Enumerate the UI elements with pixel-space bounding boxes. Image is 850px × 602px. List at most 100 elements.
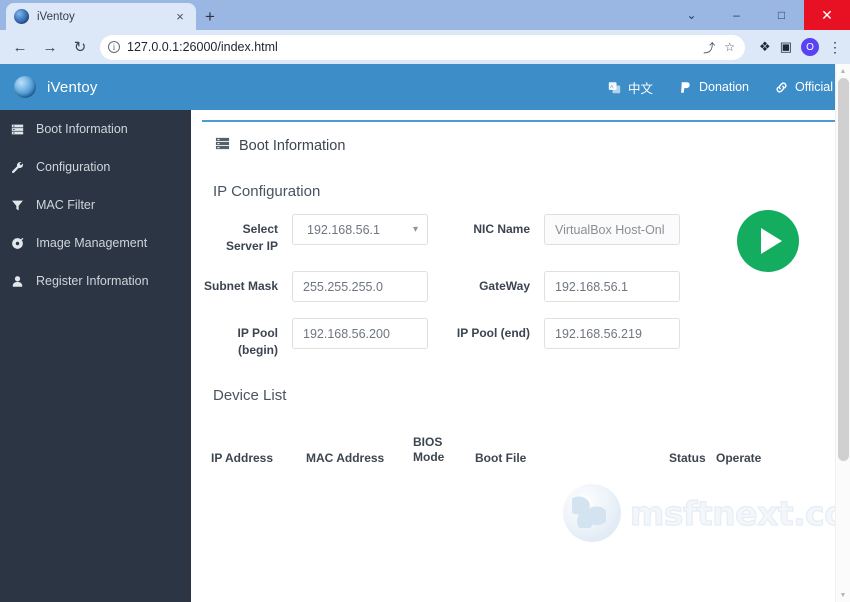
page-title: Boot Information xyxy=(202,136,836,155)
bios-mode-line-2: Mode xyxy=(413,450,445,464)
wrench-icon xyxy=(10,161,25,174)
topbar-item-label: Official xyxy=(795,80,833,94)
sidebar-item-boot-information[interactable]: Boot Information xyxy=(0,110,191,148)
subnet-mask-control xyxy=(292,271,428,302)
column-header-operate: Operate xyxy=(716,451,762,465)
browser-toolbar: ← → ↻ i 127.0.0.1:26000/index.html ⤴ ☆ ❖… xyxy=(0,30,850,64)
nic-name-label: NIC Name xyxy=(473,222,530,236)
new-tab-button[interactable]: + xyxy=(196,3,224,30)
funnel-icon xyxy=(10,199,25,212)
start-service-button[interactable] xyxy=(737,210,799,272)
tab-favicon-icon xyxy=(14,9,29,24)
sidebar-item-mac-filter[interactable]: MAC Filter xyxy=(0,186,191,224)
topbar-donation-link[interactable]: Donation xyxy=(679,80,749,94)
column-header-bios-mode: BIOS Mode xyxy=(413,435,475,467)
sidebar-item-label: MAC Filter xyxy=(36,198,96,212)
server-rack-icon xyxy=(215,136,230,155)
ip-pool-begin-label: IP Pool (begin) xyxy=(237,326,278,357)
main-content: A 中文 Donation Official Boot Information … xyxy=(191,64,850,602)
ip-pool-begin-control xyxy=(292,318,428,349)
column-header-mac-address: MAC Address xyxy=(306,451,385,465)
ip-pool-begin-input[interactable] xyxy=(292,318,428,349)
brand-name: iVentoy xyxy=(47,78,98,96)
gateway-input[interactable] xyxy=(544,271,680,302)
sidebar: iVentoy Boot Information Configuration M… xyxy=(0,64,191,602)
omnibox-icons: ⤴ ☆ xyxy=(703,39,737,56)
play-icon xyxy=(760,228,782,254)
sidebar-item-label: Boot Information xyxy=(36,122,128,136)
maximize-button[interactable]: □ xyxy=(759,0,804,30)
topbar-item-label: Donation xyxy=(698,80,750,94)
device-list-heading: Device List xyxy=(213,387,287,404)
watermark-text: msftnext.com xyxy=(629,493,850,533)
select-server-ip-dropdown[interactable]: 192.168.56.1 ▾ xyxy=(292,214,428,245)
window-controls: ⌄ – □ ✕ xyxy=(669,0,850,30)
browser-titlebar: iVentoy × + ⌄ – □ ✕ xyxy=(0,0,850,30)
scroll-up-arrow-icon[interactable]: ▲ xyxy=(836,64,850,78)
tab-close-icon[interactable]: × xyxy=(172,10,188,23)
address-bar[interactable]: i 127.0.0.1:26000/index.html ⤴ ☆ xyxy=(100,34,746,60)
server-rack-icon xyxy=(10,123,25,136)
gateway-label: GateWay xyxy=(479,279,530,293)
brand-header: iVentoy xyxy=(0,64,191,110)
form-row-3: IP Pool (begin) IP Pool (end) xyxy=(202,318,836,359)
nic-name-control xyxy=(544,214,680,245)
column-header-status: Status xyxy=(669,451,706,465)
extensions-puzzle-icon[interactable]: ❖ xyxy=(759,39,771,55)
form-row-2: Subnet Mask GateWay xyxy=(202,271,836,302)
ip-pool-end-label: IP Pool (end) xyxy=(456,326,530,340)
site-info-icon[interactable]: i xyxy=(108,41,120,53)
scroll-down-arrow-icon[interactable]: ▼ xyxy=(836,588,850,602)
link-icon xyxy=(775,81,788,94)
watermark-globe-icon xyxy=(563,484,621,542)
ip-configuration-heading: IP Configuration xyxy=(213,183,321,200)
scrollbar-thumb[interactable] xyxy=(838,78,849,461)
topbar-item-label: 中文 xyxy=(627,81,653,96)
forward-button[interactable]: → xyxy=(36,34,64,60)
sidebar-item-register-information[interactable]: Register Information xyxy=(0,262,191,300)
address-bar-url: 127.0.0.1:26000/index.html xyxy=(127,40,278,54)
page-title-text: Boot Information xyxy=(239,137,346,154)
minimize-button[interactable]: – xyxy=(714,0,759,30)
ip-pool-end-input[interactable] xyxy=(544,318,680,349)
subnet-mask-input[interactable] xyxy=(292,271,428,302)
select-server-ip-value: 192.168.56.1 xyxy=(307,222,380,237)
browser-menu-icon[interactable]: ⋮ xyxy=(828,40,842,54)
page-scrollbar[interactable]: ▲ ▼ xyxy=(835,64,850,602)
nic-name-input xyxy=(544,214,680,245)
tab-title: iVentoy xyxy=(37,10,75,23)
topbar-official-link[interactable]: Official xyxy=(775,80,833,94)
side-panel-icon[interactable]: ▣ xyxy=(780,39,792,55)
topbar-language-switch[interactable]: A 中文 xyxy=(608,78,653,97)
paypal-icon xyxy=(679,81,692,94)
browser-tab[interactable]: iVentoy × xyxy=(6,3,196,30)
share-icon[interactable]: ⤴ xyxy=(703,39,715,56)
reload-button[interactable]: ↻ xyxy=(66,34,94,60)
bios-mode-line-1: BIOS xyxy=(413,435,443,449)
browser-window: iVentoy × + ⌄ – □ ✕ ← → ↻ i 127.0.0.1:26… xyxy=(0,0,850,602)
sidebar-item-image-management[interactable]: Image Management xyxy=(0,224,191,262)
subnet-mask-label: Subnet Mask xyxy=(203,279,278,293)
sidebar-item-label: Image Management xyxy=(36,236,148,250)
watermark: msftnext.com xyxy=(563,484,850,542)
ip-pool-end-control xyxy=(544,318,680,349)
column-header-boot-file: Boot File xyxy=(475,451,527,465)
sidebar-item-label: Configuration xyxy=(36,160,111,174)
profile-avatar[interactable]: O xyxy=(801,38,819,56)
header-divider xyxy=(202,120,836,122)
disc-icon xyxy=(10,237,25,250)
page-viewport: iVentoy Boot Information Configuration M… xyxy=(0,64,850,602)
tab-search-chevron-icon[interactable]: ⌄ xyxy=(669,0,714,30)
toolbar-right-icons: ❖ ▣ O ⋮ xyxy=(753,38,844,56)
select-server-ip-label: Select Server IP xyxy=(225,222,278,253)
user-icon xyxy=(10,275,25,288)
sidebar-item-label: Register Information xyxy=(36,274,149,288)
app-topbar: A 中文 Donation Official xyxy=(191,64,850,110)
chevron-down-icon: ▾ xyxy=(412,224,418,235)
select-server-ip-control: 192.168.56.1 ▾ xyxy=(292,214,428,245)
back-button[interactable]: ← xyxy=(6,34,34,60)
bookmark-star-icon[interactable]: ☆ xyxy=(724,40,735,54)
translate-icon: A xyxy=(608,81,621,94)
close-window-button[interactable]: ✕ xyxy=(804,0,850,30)
sidebar-item-configuration[interactable]: Configuration xyxy=(0,148,191,186)
